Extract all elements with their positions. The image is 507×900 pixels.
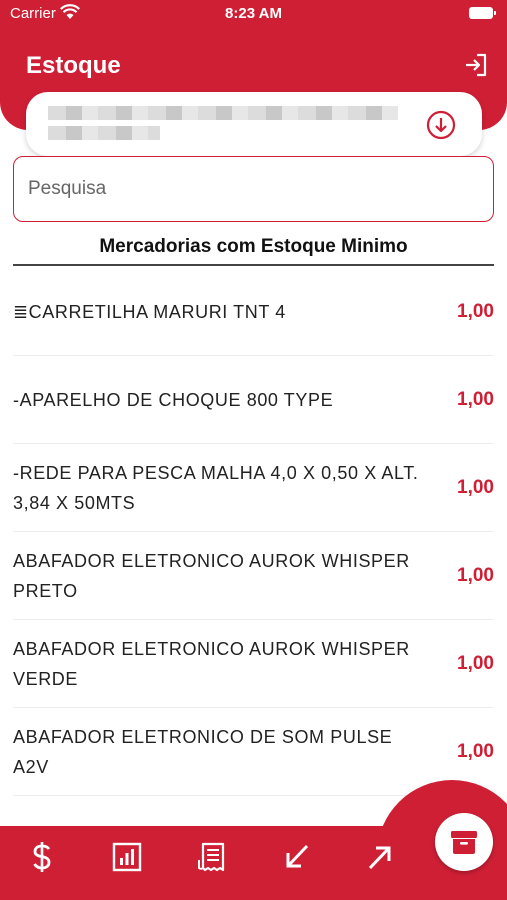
redacted-text — [48, 106, 398, 120]
item-quantity: 1,00 — [457, 389, 494, 410]
list-item[interactable]: ABAFADOR ELETRONICO DE SOM PULSE A2V 1,0… — [13, 708, 494, 796]
item-quantity: 1,00 — [457, 565, 494, 586]
list-item[interactable]: ≣CARRETILHA MARURI TNT 4 1,00 — [13, 268, 494, 356]
archive-icon — [451, 831, 477, 854]
list-item[interactable]: -APARELHO DE CHOQUE 800 TYPE 1,00 — [13, 356, 494, 444]
dollar-icon[interactable] — [26, 840, 58, 874]
arrow-down-left-icon[interactable] — [281, 840, 313, 874]
arrow-up-right-icon[interactable] — [364, 840, 396, 874]
page-title: Estoque — [26, 52, 121, 79]
battery-icon — [469, 7, 496, 19]
status-bar: Carrier 8:23 AM — [0, 0, 507, 28]
logout-icon[interactable] — [463, 52, 489, 78]
account-selector[interactable] — [26, 92, 482, 156]
bottom-nav — [0, 826, 507, 900]
item-name: ABAFADOR ELETRONICO DE SOM PULSE A2V — [13, 727, 393, 777]
stock-list: ≣CARRETILHA MARURI TNT 4 1,00 -APARELHO … — [0, 268, 507, 796]
item-quantity: 1,00 — [457, 477, 494, 498]
item-quantity: 1,00 — [457, 653, 494, 674]
search-input[interactable] — [28, 175, 468, 203]
download-icon[interactable] — [426, 110, 456, 140]
redacted-text — [48, 126, 160, 140]
list-item[interactable]: -REDE PARA PESCA MALHA 4,0 X 0,50 X ALT.… — [13, 444, 494, 532]
item-name: ≣CARRETILHA MARURI TNT 4 — [13, 302, 286, 322]
list-item[interactable]: ABAFADOR ELETRONICO AUROK WHISPER PRETO … — [13, 532, 494, 620]
item-name: ABAFADOR ELETRONICO AUROK WHISPER VERDE — [13, 639, 410, 689]
archive-button[interactable] — [435, 813, 493, 871]
receipt-icon[interactable] — [196, 840, 228, 874]
report-icon[interactable] — [111, 840, 143, 874]
item-name: ABAFADOR ELETRONICO AUROK WHISPER PRETO — [13, 551, 410, 601]
item-quantity: 1,00 — [457, 301, 494, 322]
list-item[interactable]: ABAFADOR ELETRONICO AUROK WHISPER VERDE … — [13, 620, 494, 708]
search-box[interactable] — [13, 156, 494, 222]
item-name: -APARELHO DE CHOQUE 800 TYPE — [13, 390, 334, 410]
status-time: 8:23 AM — [225, 5, 282, 22]
item-name: -REDE PARA PESCA MALHA 4,0 X 0,50 X ALT.… — [13, 463, 419, 513]
section-title: Mercadorias com Estoque Minimo — [13, 236, 494, 266]
